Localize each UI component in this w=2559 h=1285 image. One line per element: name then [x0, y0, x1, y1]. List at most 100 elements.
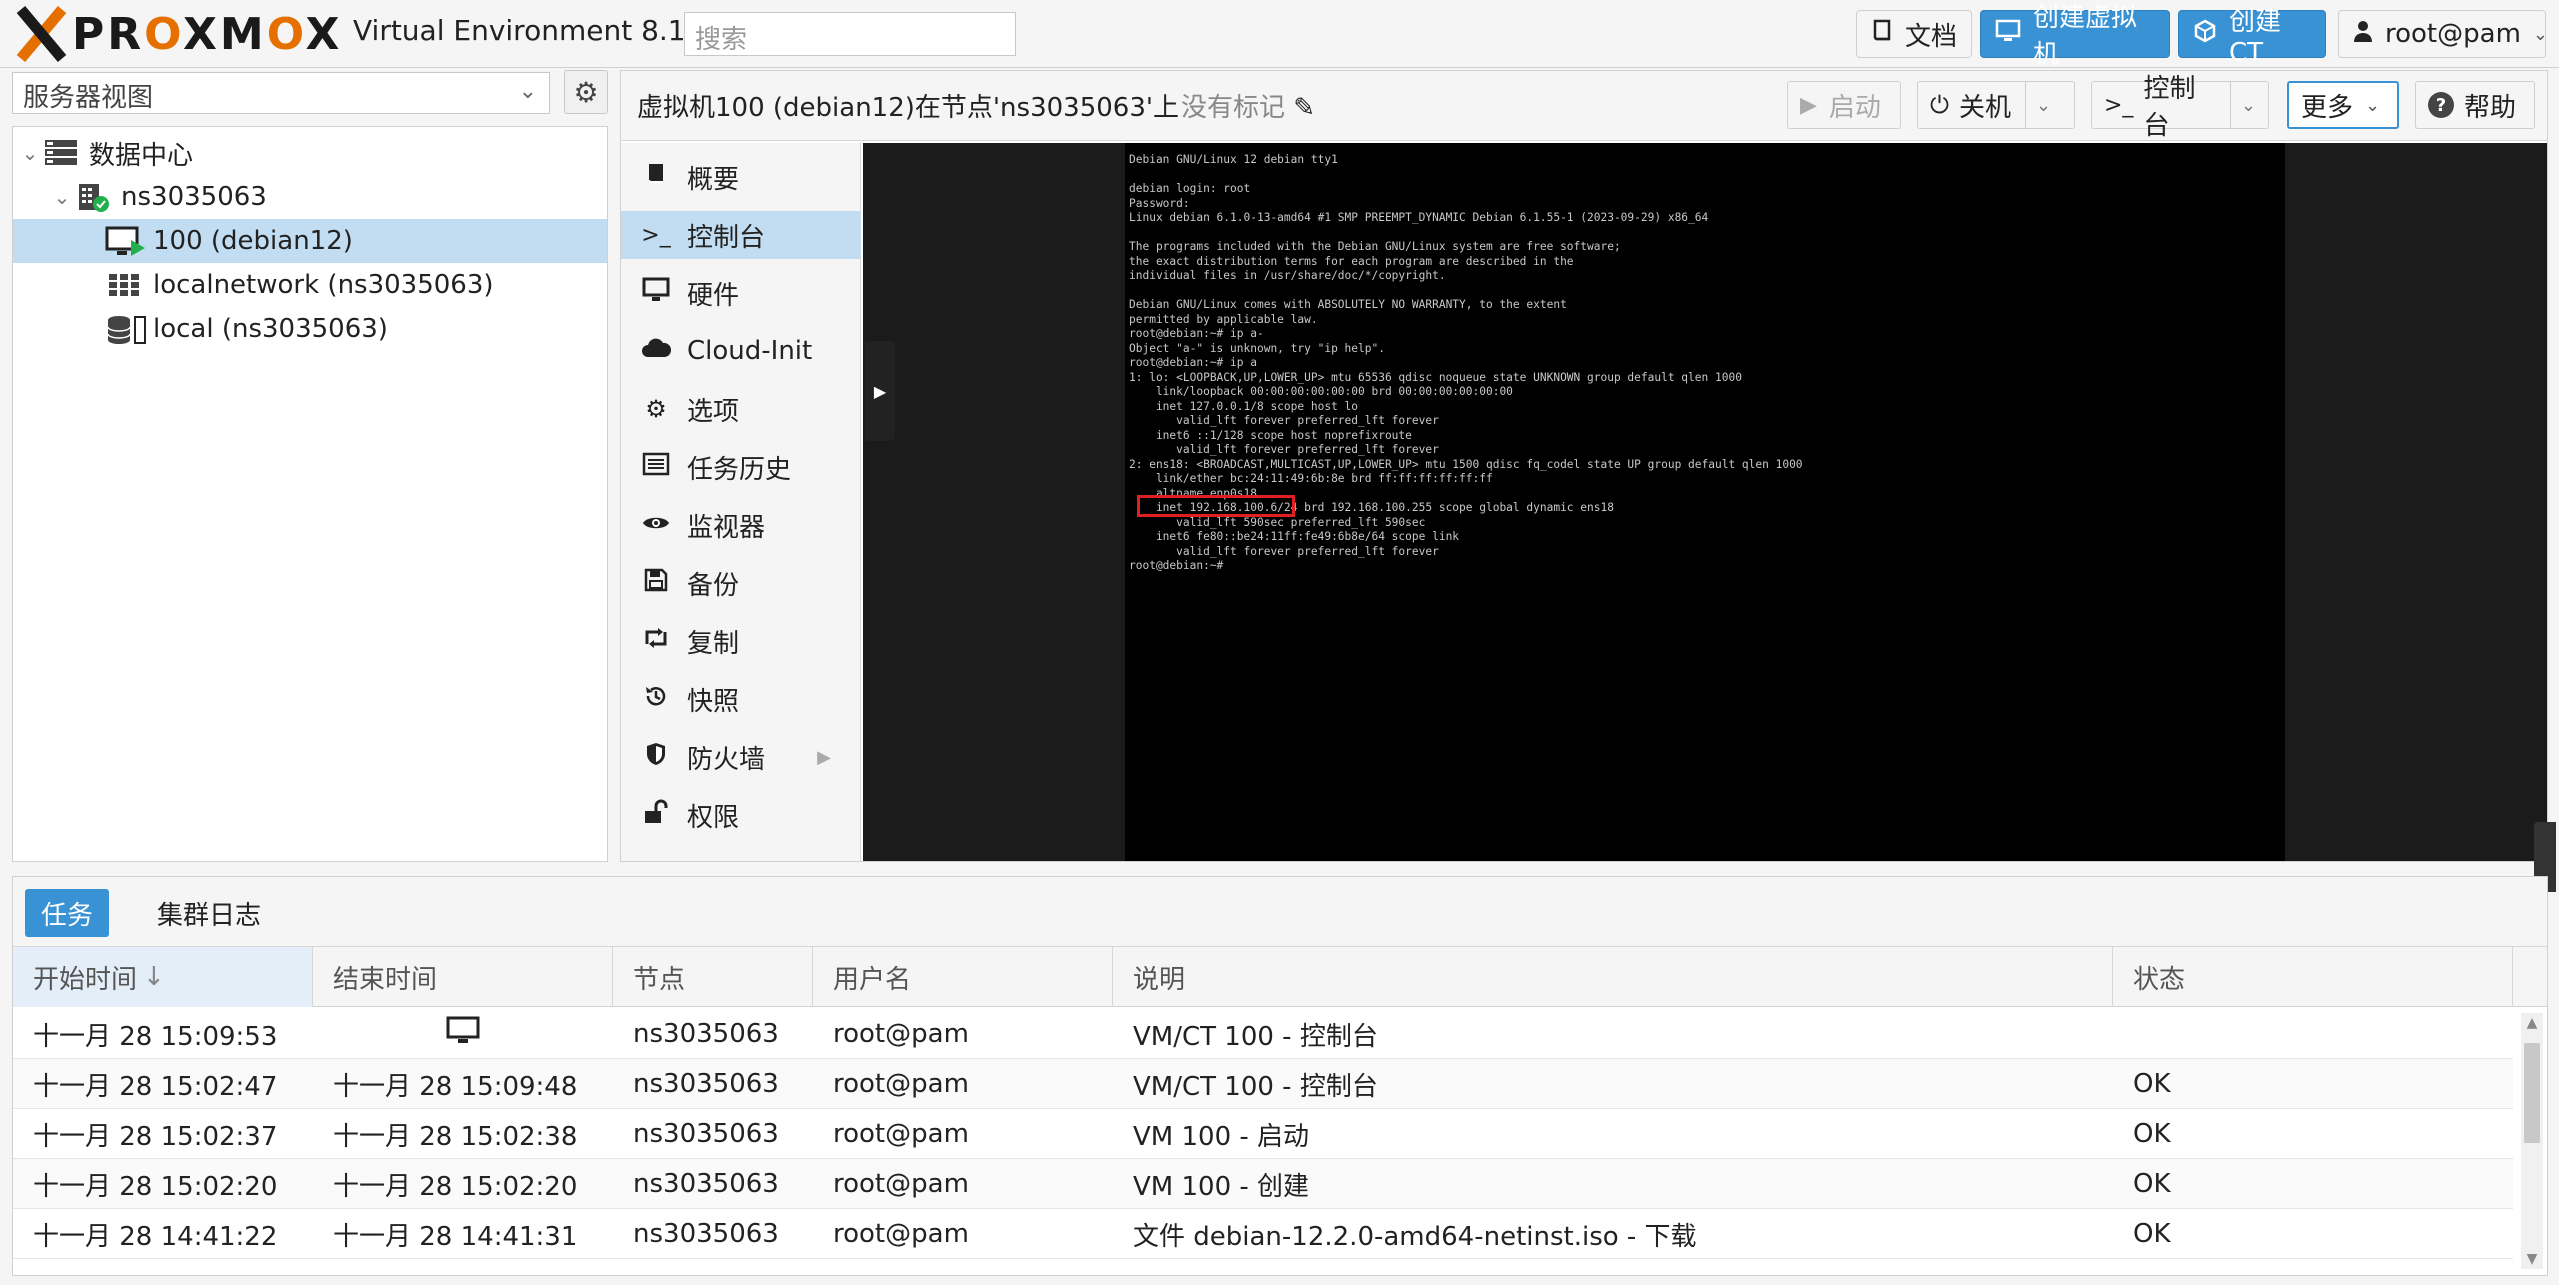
submenu-item-cloudinit[interactable]: Cloud-Init — [621, 327, 861, 375]
task-log-panel: 任务 集群日志 开始时间 ↓ 结束时间 节点 用户名 说明 状态 十一月 28 … — [12, 876, 2548, 1276]
proxmox-x-mark — [12, 6, 68, 62]
cell-status: OK — [2133, 1069, 2171, 1099]
storage-icon — [105, 314, 146, 344]
node-icon — [73, 182, 113, 212]
tab-tasks[interactable]: 任务 — [25, 889, 110, 937]
logo-text: PROXMOX — [72, 8, 343, 60]
column-header-end-time[interactable]: 结束时间 — [313, 947, 613, 1007]
scroll-down-icon[interactable]: ▼ — [2521, 1251, 2543, 1267]
retweet-icon — [637, 626, 675, 656]
tree-item-localnetwork[interactable]: localnetwork (ns3035063) — [13, 263, 607, 307]
vm-console[interactable]: Debian GNU/Linux 12 debian tty1 debian l… — [863, 143, 2547, 861]
table-row[interactable]: 十一月 28 15:02:20 十一月 28 15:02:20 ns3035063 r… — [13, 1159, 2513, 1209]
gear-icon: ⚙ — [645, 395, 667, 423]
terminal-icon: >_ — [641, 222, 671, 248]
search-input[interactable]: 搜索 — [684, 12, 1016, 56]
chevron-down-icon[interactable]: ⌄ — [2025, 82, 2051, 128]
terminal-output: Debian GNU/Linux 12 debian tty1 debian l… — [1129, 153, 1803, 572]
submenu-label: 硬件 — [687, 280, 740, 311]
vm-tags[interactable]: 没有标记 ✎ — [1181, 87, 1315, 124]
tree-item-local-storage[interactable]: local (ns3035063) — [13, 307, 607, 351]
chevron-down-icon: ⌄ — [2532, 23, 2548, 45]
table-row[interactable]: 十一月 28 15:02:47 十一月 28 15:09:48 ns3035063 r… — [13, 1059, 2513, 1109]
help-button[interactable]: ? 帮助 — [2415, 81, 2535, 129]
chevron-right-icon: ▶ — [873, 381, 887, 401]
scroll-up-icon[interactable]: ▲ — [2521, 1015, 2543, 1031]
tree-item-label: local (ns3035063) — [153, 314, 388, 344]
ip-address-highlight — [1137, 495, 1295, 517]
task-grid-body: 十一月 28 15:09:53 ns3035063 root@pam VM/CT 10… — [13, 1009, 2513, 1271]
log-tabs: 任务 集群日志 — [13, 877, 2547, 947]
shield-icon — [637, 741, 675, 773]
chevron-down-icon: ⌄ — [518, 79, 537, 104]
terminal-screen[interactable]: Debian GNU/Linux 12 debian tty1 debian l… — [1125, 143, 2285, 861]
view-select-value: 服务器视图 — [23, 83, 154, 113]
task-grid-scrollbar[interactable]: ▲ ▼ — [2521, 1013, 2543, 1269]
submenu-item-replication[interactable]: 复制 — [621, 617, 861, 665]
column-label: 用户名 — [833, 964, 912, 995]
table-row[interactable]: 十一月 28 15:02:37 十一月 28 15:02:38 ns3035063 r… — [13, 1109, 2513, 1159]
table-row[interactable]: 十一月 28 15:09:53 ns3035063 root@pam VM/CT 10… — [13, 1009, 2513, 1059]
console-button[interactable]: >_ 控制台 ⌄ — [2091, 74, 2269, 141]
column-header-description[interactable]: 说明 — [1113, 947, 2113, 1007]
submenu-item-backup[interactable]: 备份 — [621, 559, 861, 607]
play-icon: ▶ — [1800, 92, 1817, 118]
column-header-node[interactable]: 节点 — [613, 947, 813, 1007]
submenu-item-summary[interactable]: 概要 — [621, 153, 861, 201]
start-button[interactable]: ▶ 启动 — [1787, 81, 1901, 129]
create-ct-button[interactable]: 创建CT — [2178, 7, 2326, 68]
submenu-item-snapshots[interactable]: 快照 — [621, 675, 861, 723]
tree-item-datacenter[interactable]: ⌄ 数据中心 — [13, 131, 607, 175]
history-icon — [637, 683, 675, 715]
product-version: Virtual Environment 8.1.3 — [353, 14, 713, 47]
chevron-down-icon[interactable]: ⌄ — [2229, 82, 2256, 128]
tree-item-label: ns3035063 — [121, 182, 267, 212]
submenu-item-hardware[interactable]: 硬件 — [621, 269, 861, 317]
tree-item-vm-100[interactable]: 100 (debian12) — [13, 219, 607, 263]
collapse-toggle-icon[interactable]: ⌄ — [19, 141, 41, 165]
cell-end-time: 十一月 28 15:02:20 — [333, 1171, 578, 1202]
create-vm-button[interactable]: 创建虚拟机 — [1980, 3, 2170, 70]
submenu-item-firewall[interactable]: 防火墙 ▶ — [621, 733, 861, 781]
collapse-toggle-icon[interactable]: ⌄ — [51, 185, 73, 209]
submenu-item-options[interactable]: ⚙ 选项 — [621, 385, 861, 433]
vm-title: 虚拟机100 (debian12)在节点'ns3035063'上 — [637, 93, 1180, 123]
more-button[interactable]: 更多 ⌄ — [2287, 81, 2399, 129]
cell-start-time: 十一月 28 15:02:47 — [33, 1071, 278, 1102]
start-label: 启动 — [1828, 92, 1881, 123]
top-header: PROXMOX Virtual Environment 8.1.3 搜索 文档 … — [0, 0, 2559, 70]
docs-button[interactable]: 文档 — [1856, 10, 1972, 58]
column-header-status[interactable]: 状态 — [2113, 947, 2513, 1007]
pencil-icon[interactable]: ✎ — [1293, 93, 1315, 123]
column-header-start-time[interactable]: 开始时间 ↓ — [13, 947, 313, 1007]
proxmox-logo[interactable]: PROXMOX — [12, 6, 342, 62]
tree-item-label: 数据中心 — [89, 140, 194, 171]
chevron-down-icon: ⌄ — [2365, 94, 2381, 116]
submenu-item-task-history[interactable]: 任务历史 — [621, 443, 861, 491]
help-label: 帮助 — [2464, 92, 2517, 123]
column-header-user[interactable]: 用户名 — [813, 947, 1113, 1007]
submenu-item-console[interactable]: >_ 控制台 — [621, 211, 861, 259]
submenu-item-monitor[interactable]: 监视器 — [621, 501, 861, 549]
submenu-label: 选项 — [687, 396, 740, 427]
gear-icon[interactable]: ⚙ — [564, 70, 608, 114]
create-ct-label: 创建CT — [2229, 6, 2282, 68]
cell-status — [2113, 1009, 2513, 1059]
console-sidebar-toggle[interactable]: ▶ — [865, 341, 895, 441]
cell-end-time: 十一月 28 15:09:48 — [333, 1071, 578, 1102]
resource-tree: ⌄ 数据中心 ⌄ ns3035063 100 (debian12) localn… — [12, 126, 608, 862]
table-row[interactable]: 十一月 28 14:41:22 十一月 28 14:41:31 ns3035063 r… — [13, 1209, 2513, 1259]
view-select[interactable]: 服务器视图 ⌄ — [12, 72, 550, 114]
more-label: 更多 — [2301, 92, 2354, 123]
tab-cluster-log[interactable]: 集群日志 — [141, 889, 277, 937]
shutdown-button[interactable]: ⏻ 关机 ⌄ — [1917, 81, 2075, 129]
cell-node: ns3035063 — [633, 1069, 779, 1099]
submenu-item-permissions[interactable]: 权限 — [621, 791, 861, 839]
scrollbar-thumb[interactable] — [2524, 1043, 2540, 1143]
cell-user: root@pam — [833, 1019, 969, 1049]
chevron-right-icon[interactable]: ▶ — [817, 747, 831, 768]
cell-description: VM/CT 100 - 控制台 — [1133, 1071, 1378, 1102]
cell-start-time: 十一月 28 15:09:53 — [33, 1021, 278, 1052]
user-menu-button[interactable]: root@pam ⌄ — [2338, 10, 2548, 58]
tree-item-node[interactable]: ⌄ ns3035063 — [13, 175, 607, 219]
